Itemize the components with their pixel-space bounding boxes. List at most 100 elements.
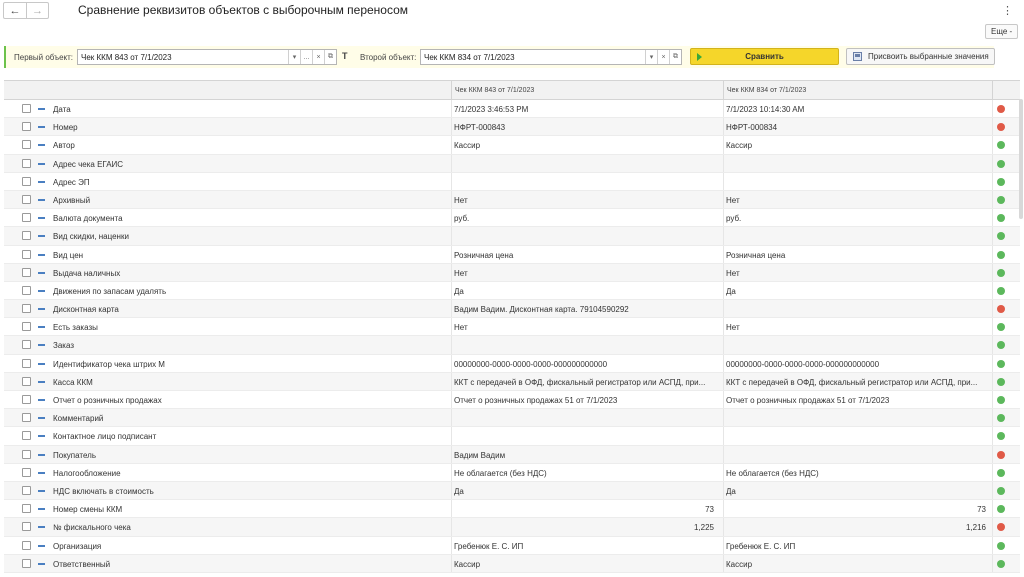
- attribute-name: Покупатель: [53, 450, 96, 460]
- forward-arrow-icon[interactable]: →: [26, 3, 48, 18]
- more-button[interactable]: Еще -: [985, 24, 1019, 39]
- column-divider: [992, 100, 993, 118]
- open-icon[interactable]: ⧉: [669, 50, 681, 64]
- table-row[interactable]: Касса ККМ ККТ с передачей в ОФД, фискальн…: [4, 372, 1020, 391]
- row-checkbox[interactable]: [22, 285, 31, 295]
- attribute-name: Номер смены ККМ: [53, 505, 123, 515]
- second-object-label: Второй объект:: [360, 53, 417, 62]
- table-row[interactable]: Номер НФРТ-000843 НФРТ-000834: [4, 118, 1020, 137]
- table-row[interactable]: Автор Кассир Кассир: [4, 136, 1020, 155]
- first-object-value[interactable]: Чек ККМ 843 от 7/1/2023: [78, 53, 288, 62]
- row-checkbox[interactable]: [22, 340, 31, 350]
- row-checkbox[interactable]: [22, 395, 31, 404]
- second-object-value-cell: 00000000-0000-0000-0000-000000000000: [726, 359, 880, 369]
- column-header-second-object: Чек ККМ 834 от 7/1/2023: [727, 87, 807, 94]
- row-checkbox[interactable]: [22, 449, 31, 459]
- status-green-icon: [997, 323, 1005, 332]
- table-row[interactable]: Архивный Нет Нет: [4, 190, 1020, 210]
- attribute-name: Адрес ЭП: [53, 177, 90, 187]
- assign-selected-label: Присвоить выбранные значения: [868, 52, 989, 61]
- row-checkbox[interactable]: [22, 522, 31, 532]
- row-checkbox[interactable]: [22, 358, 31, 368]
- table-row[interactable]: Движения по запасам удалять Да Да: [4, 281, 1020, 301]
- kebab-menu-icon[interactable]: ⋮: [1002, 4, 1013, 17]
- row-checkbox[interactable]: [22, 467, 31, 477]
- column-divider: [723, 518, 724, 536]
- table-row[interactable]: Адрес ЭП: [4, 172, 1020, 191]
- column-divider: [723, 336, 724, 354]
- column-divider: [992, 391, 993, 409]
- table-row[interactable]: Вид скидки, наценки: [4, 227, 1020, 246]
- select-ellipsis-icon[interactable]: ...: [300, 50, 312, 64]
- table-row[interactable]: Организация Гребенюк Е. С. ИП Гребенюк Е. …: [4, 536, 1020, 555]
- table-row[interactable]: Дата 7/1/2023 3:46:53 PM 7/1/2023 10:14:30…: [4, 100, 1020, 119]
- status-green-icon: [997, 286, 1005, 295]
- swap-objects-icon[interactable]: T: [342, 51, 348, 61]
- row-checkbox[interactable]: [22, 176, 31, 186]
- column-divider: [451, 409, 452, 427]
- chevron-down-icon[interactable]: ▾: [288, 50, 300, 64]
- open-icon[interactable]: ⧉: [324, 50, 336, 64]
- table-row[interactable]: Ответственный Кассир Кассир: [4, 554, 1020, 573]
- clear-icon[interactable]: ×: [657, 50, 669, 64]
- row-checkbox[interactable]: [22, 304, 31, 314]
- row-checkbox[interactable]: [22, 540, 31, 550]
- table-row[interactable]: Выдача наличных Нет Нет: [4, 263, 1020, 282]
- column-divider: [992, 172, 993, 190]
- row-checkbox[interactable]: [22, 504, 31, 514]
- table-row[interactable]: Есть заказы Нет Нет: [4, 318, 1020, 337]
- table-row[interactable]: Контактное лицо подписант: [4, 427, 1020, 446]
- compare-button[interactable]: Сравнить: [690, 48, 839, 65]
- table-row[interactable]: Валюта документа руб. руб.: [4, 209, 1020, 228]
- table-row[interactable]: Номер смены ККМ 73 73: [4, 500, 1020, 519]
- row-checkbox[interactable]: [22, 485, 31, 495]
- table-row[interactable]: Идентификатор чека штрих М 00000000-0000-…: [4, 354, 1020, 373]
- column-divider: [451, 100, 452, 118]
- compare-button-label: Сравнить: [745, 52, 784, 61]
- second-object-value-cell: 73: [977, 505, 986, 515]
- first-object-field[interactable]: Чек ККМ 843 от 7/1/2023 ▾ ... × ⧉: [77, 49, 337, 65]
- row-checkbox[interactable]: [22, 249, 31, 259]
- table-row[interactable]: Комментарий: [4, 409, 1020, 428]
- second-object-value-cell: Не облагается (без НДС): [726, 468, 819, 478]
- row-checkbox[interactable]: [22, 558, 31, 568]
- table-row[interactable]: Адрес чека ЕГАИС: [4, 154, 1020, 173]
- row-checkbox[interactable]: [22, 431, 31, 441]
- chevron-down-icon[interactable]: ▾: [645, 50, 657, 64]
- row-checkbox[interactable]: [22, 376, 31, 386]
- second-object-value-cell: Гребенюк Е. С. ИП: [726, 541, 796, 551]
- second-object-value[interactable]: Чек ККМ 834 от 7/1/2023: [421, 53, 645, 62]
- table-row[interactable]: Отчет о розничных продажах Отчет о рознич…: [4, 391, 1020, 410]
- row-checkbox[interactable]: [22, 104, 31, 113]
- second-object-field[interactable]: Чек ККМ 834 от 7/1/2023 ▾ × ⧉: [420, 49, 682, 65]
- back-arrow-icon[interactable]: ←: [4, 3, 26, 18]
- column-divider: [723, 263, 724, 281]
- table-row[interactable]: № фискального чека 1,225 1,216: [4, 518, 1020, 537]
- table-row[interactable]: Дисконтная карта Вадим Вадим. Дисконтная …: [4, 300, 1020, 319]
- vertical-scrollbar[interactable]: [1019, 99, 1023, 219]
- attribute-marker-icon: [38, 344, 45, 347]
- assign-selected-button[interactable]: Присвоить выбранные значения: [846, 48, 995, 65]
- table-row[interactable]: НДС включать в стоимость Да Да: [4, 481, 1020, 501]
- row-checkbox[interactable]: [22, 194, 31, 204]
- column-divider: [723, 172, 724, 190]
- table-row[interactable]: Покупатель Вадим Вадим: [4, 445, 1020, 464]
- second-object-value-cell: 1,216: [965, 523, 986, 533]
- table-row[interactable]: Налогообложение Не облагается (без НДС) Не…: [4, 463, 1020, 482]
- row-checkbox[interactable]: [22, 158, 31, 168]
- table-row[interactable]: Вид цен Розничная цена Розничная цена: [4, 245, 1020, 264]
- row-checkbox[interactable]: [22, 322, 31, 332]
- second-object-value-cell: Нет: [726, 195, 740, 205]
- table-row[interactable]: Заказ: [4, 336, 1020, 355]
- row-checkbox[interactable]: [22, 231, 31, 241]
- row-checkbox[interactable]: [22, 267, 31, 277]
- row-checkbox[interactable]: [22, 140, 31, 150]
- row-checkbox[interactable]: [22, 122, 31, 132]
- clear-icon[interactable]: ×: [312, 50, 324, 64]
- row-checkbox[interactable]: [22, 213, 31, 223]
- attribute-marker-icon: [38, 453, 45, 456]
- row-checkbox[interactable]: [22, 413, 31, 423]
- second-object-value-cell: Нет: [726, 323, 740, 333]
- column-divider: [451, 445, 452, 463]
- attribute-marker-icon: [38, 253, 45, 256]
